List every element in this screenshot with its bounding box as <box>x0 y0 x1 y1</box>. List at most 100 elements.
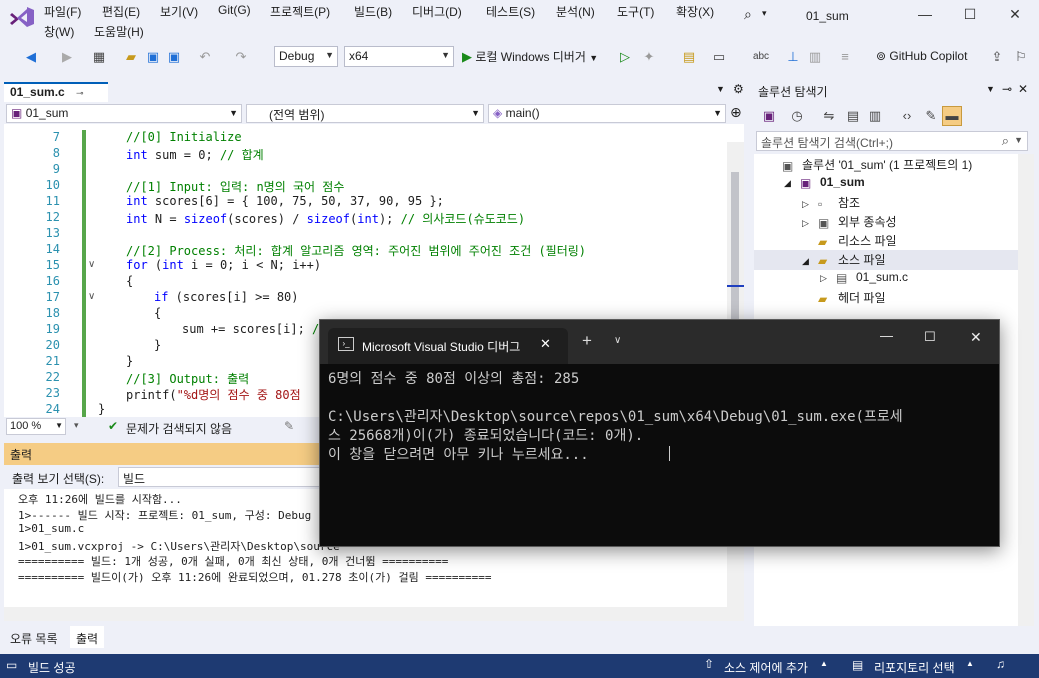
menu-item[interactable]: 도구(T) <box>617 3 654 20</box>
open-folder-icon[interactable]: ▰ <box>122 48 140 66</box>
menu-item[interactable]: 파일(F) <box>44 3 81 20</box>
code-line[interactable]: printf("%d명의 점수 중 80점 <box>126 386 301 403</box>
chevron-down-icon[interactable]: ▾ <box>762 8 767 19</box>
fold-toggle-icon[interactable]: ∨ <box>88 291 95 302</box>
menu-item[interactable]: 디버그(D) <box>412 3 462 20</box>
menu-item[interactable]: Git(G) <box>218 3 251 17</box>
undo-icon[interactable]: ↶ <box>196 48 214 66</box>
expanded-arrow-icon[interactable]: ◢ <box>784 178 800 189</box>
close-button[interactable]: ✕ <box>970 329 982 346</box>
tree-item[interactable]: ◢ ▰ 소스 파일 <box>802 251 886 268</box>
console-tab[interactable]: ›_ Microsoft Visual Studio 디버그 ✕ <box>328 328 568 364</box>
redo-icon[interactable]: ↷ <box>232 48 250 66</box>
back-icon[interactable]: ◀ <box>22 48 40 66</box>
collapsed-arrow-icon[interactable]: ▷ <box>802 199 818 210</box>
tree-item[interactable]: ▰ 리소스 파일 <box>802 232 897 249</box>
settings-gear-icon[interactable]: ⚙ <box>733 82 744 96</box>
solution-vertical-scrollbar[interactable] <box>1018 154 1034 626</box>
code-line[interactable]: //[3] Output: 출력 <box>126 370 249 387</box>
search-options-icon[interactable]: ▼ <box>1014 135 1023 145</box>
output-source-select[interactable]: 빌드 <box>118 467 328 487</box>
collapsed-arrow-icon[interactable]: ▷ <box>802 218 818 229</box>
code-view-icon[interactable]: ‹› <box>898 107 916 125</box>
collapsed-arrow-icon[interactable]: ▷ <box>820 273 836 284</box>
show-all-files-icon[interactable]: ▥ <box>866 107 884 125</box>
tree-item[interactable]: ▰ 헤더 파일 <box>802 289 886 306</box>
platform-select[interactable]: x64 ▼ <box>344 46 454 67</box>
code-line[interactable]: //[2] Process: 처리: 합계 알고리즘 영역: 주어진 범위에 주… <box>126 242 586 259</box>
issues-status[interactable]: 문제가 검색되지 않음 <box>126 420 232 437</box>
comment-icon[interactable]: ≡ <box>836 48 854 66</box>
expanded-arrow-icon[interactable]: ◢ <box>802 256 818 267</box>
notifications-bell-icon[interactable]: ♫ <box>996 657 1005 671</box>
split-editor-icon[interactable]: ⊕ <box>730 104 742 121</box>
debug-console-window[interactable]: ›_ Microsoft Visual Studio 디버그 ✕ + ∨ — ☐… <box>319 319 1000 547</box>
code-line[interactable]: //[0] Initialize <box>126 130 242 144</box>
search-icon[interactable]: ⌕ <box>1002 133 1009 149</box>
preview-selected-icon[interactable]: ▬ <box>942 106 962 126</box>
tree-item[interactable]: ▣ 솔루션 '01_sum' (1 프로젝트의 1) <box>766 156 972 173</box>
collapse-all-icon[interactable]: ▤ <box>844 107 862 125</box>
share-icon[interactable]: ⇪ <box>988 48 1006 66</box>
zoom-dropdown-icon[interactable]: ▾ <box>74 420 79 431</box>
maximize-button[interactable]: ☐ <box>924 329 936 345</box>
select-repository[interactable]: 리포지토리 선택 <box>874 659 955 676</box>
code-line[interactable]: for (int i = 0; i < N; i++) <box>126 258 321 272</box>
start-debugging-button[interactable]: ▶ 로컬 Windows 디버거 ▼ <box>462 48 598 68</box>
maximize-button[interactable]: ☐ <box>955 6 985 28</box>
auto-hide-pin-icon[interactable]: ⊸ <box>1002 82 1012 96</box>
new-item-icon[interactable]: ▦ <box>90 48 108 66</box>
code-line[interactable]: } <box>154 338 161 352</box>
save-all-icon[interactable]: ▣ <box>165 48 183 66</box>
nav-scope-select[interactable]: (전역 범위) ▼ <box>246 104 484 123</box>
menu-item[interactable]: 도움말(H) <box>94 23 144 40</box>
close-tab-icon[interactable]: ✕ <box>540 336 551 352</box>
tab-dropdown-icon[interactable]: ∨ <box>614 335 621 346</box>
code-line[interactable]: int N = sizeof(scores) / sizeof(int); //… <box>126 210 525 227</box>
code-line[interactable]: { <box>126 274 133 288</box>
new-tab-plus-icon[interactable]: + <box>582 331 592 351</box>
minimize-button[interactable]: — <box>910 6 940 28</box>
menu-item[interactable]: 테스트(S) <box>486 3 535 20</box>
code-line[interactable]: //[1] Input: 입력: n명의 국어 점수 <box>126 178 344 195</box>
layout-icon[interactable]: ▭ <box>710 48 728 66</box>
tab-01-sum-c[interactable]: 01_sum.c ⊸ ✕ <box>4 82 108 113</box>
zoom-select[interactable]: 100 % ▼ <box>6 418 66 435</box>
code-line[interactable]: if (scores[i] >= 80) <box>154 290 299 304</box>
feedback-icon[interactable]: ⚐ <box>1012 48 1030 66</box>
tab-error-list[interactable]: 오류 목록 <box>10 630 58 647</box>
minimize-button[interactable]: — <box>880 328 893 343</box>
code-line[interactable]: { <box>154 306 161 320</box>
menu-item[interactable]: 분석(N) <box>556 3 595 20</box>
tree-item[interactable]: ◢ ▣ 01_sum <box>784 175 865 190</box>
pin-icon[interactable]: ⊸ <box>76 88 84 98</box>
menu-item[interactable]: 확장(X) <box>676 3 714 20</box>
tree-item[interactable]: ▷ ▤ 01_sum.c <box>820 270 908 285</box>
github-copilot-button[interactable]: ⊚ GitHub Copilot <box>876 49 967 63</box>
nav-project-select[interactable]: ▣ 01_sum ▼ <box>6 104 242 123</box>
sync-icon[interactable]: ⇋ <box>820 107 838 125</box>
search-icon[interactable]: ⌕ <box>744 6 752 23</box>
tree-item[interactable]: ▷ ▣ 외부 종속성 <box>802 213 897 230</box>
brush-icon[interactable]: ✎ <box>284 419 294 433</box>
forward-icon[interactable]: ▶ <box>58 48 76 66</box>
format-icon[interactable]: ▥ <box>806 48 824 66</box>
save-icon[interactable]: ▣ <box>144 48 162 66</box>
attach-icon[interactable]: ⊥ <box>784 48 802 66</box>
properties-wrench-icon[interactable]: ✎ <box>922 107 940 125</box>
window-position-icon[interactable]: ▼ <box>986 84 995 94</box>
find-in-files-icon[interactable]: ▤ <box>680 48 698 66</box>
code-line[interactable]: int sum = 0; // 합계 <box>126 146 264 163</box>
tree-item[interactable]: ▷ ▫ 참조 <box>802 194 860 211</box>
tab-output[interactable]: 출력 <box>70 626 105 648</box>
history-icon[interactable]: ◷ <box>788 107 806 125</box>
configuration-select[interactable]: Debug ▼ <box>274 46 338 67</box>
solution-explorer-search[interactable]: 솔루션 탐색기 검색(Ctrl+;) ⌕ ▼ <box>756 131 1028 151</box>
close-button[interactable]: ✕ <box>1000 6 1030 28</box>
hot-reload-icon[interactable]: ✦ <box>640 48 658 66</box>
spell-check-icon[interactable]: abc <box>752 48 770 66</box>
menu-item[interactable]: 창(W) <box>44 23 74 40</box>
code-line[interactable]: int scores[6] = { 100, 75, 50, 37, 90, 9… <box>126 194 444 208</box>
close-pane-icon[interactable]: ✕ <box>1018 82 1028 96</box>
start-without-debugging-icon[interactable]: ▷ <box>616 48 634 66</box>
